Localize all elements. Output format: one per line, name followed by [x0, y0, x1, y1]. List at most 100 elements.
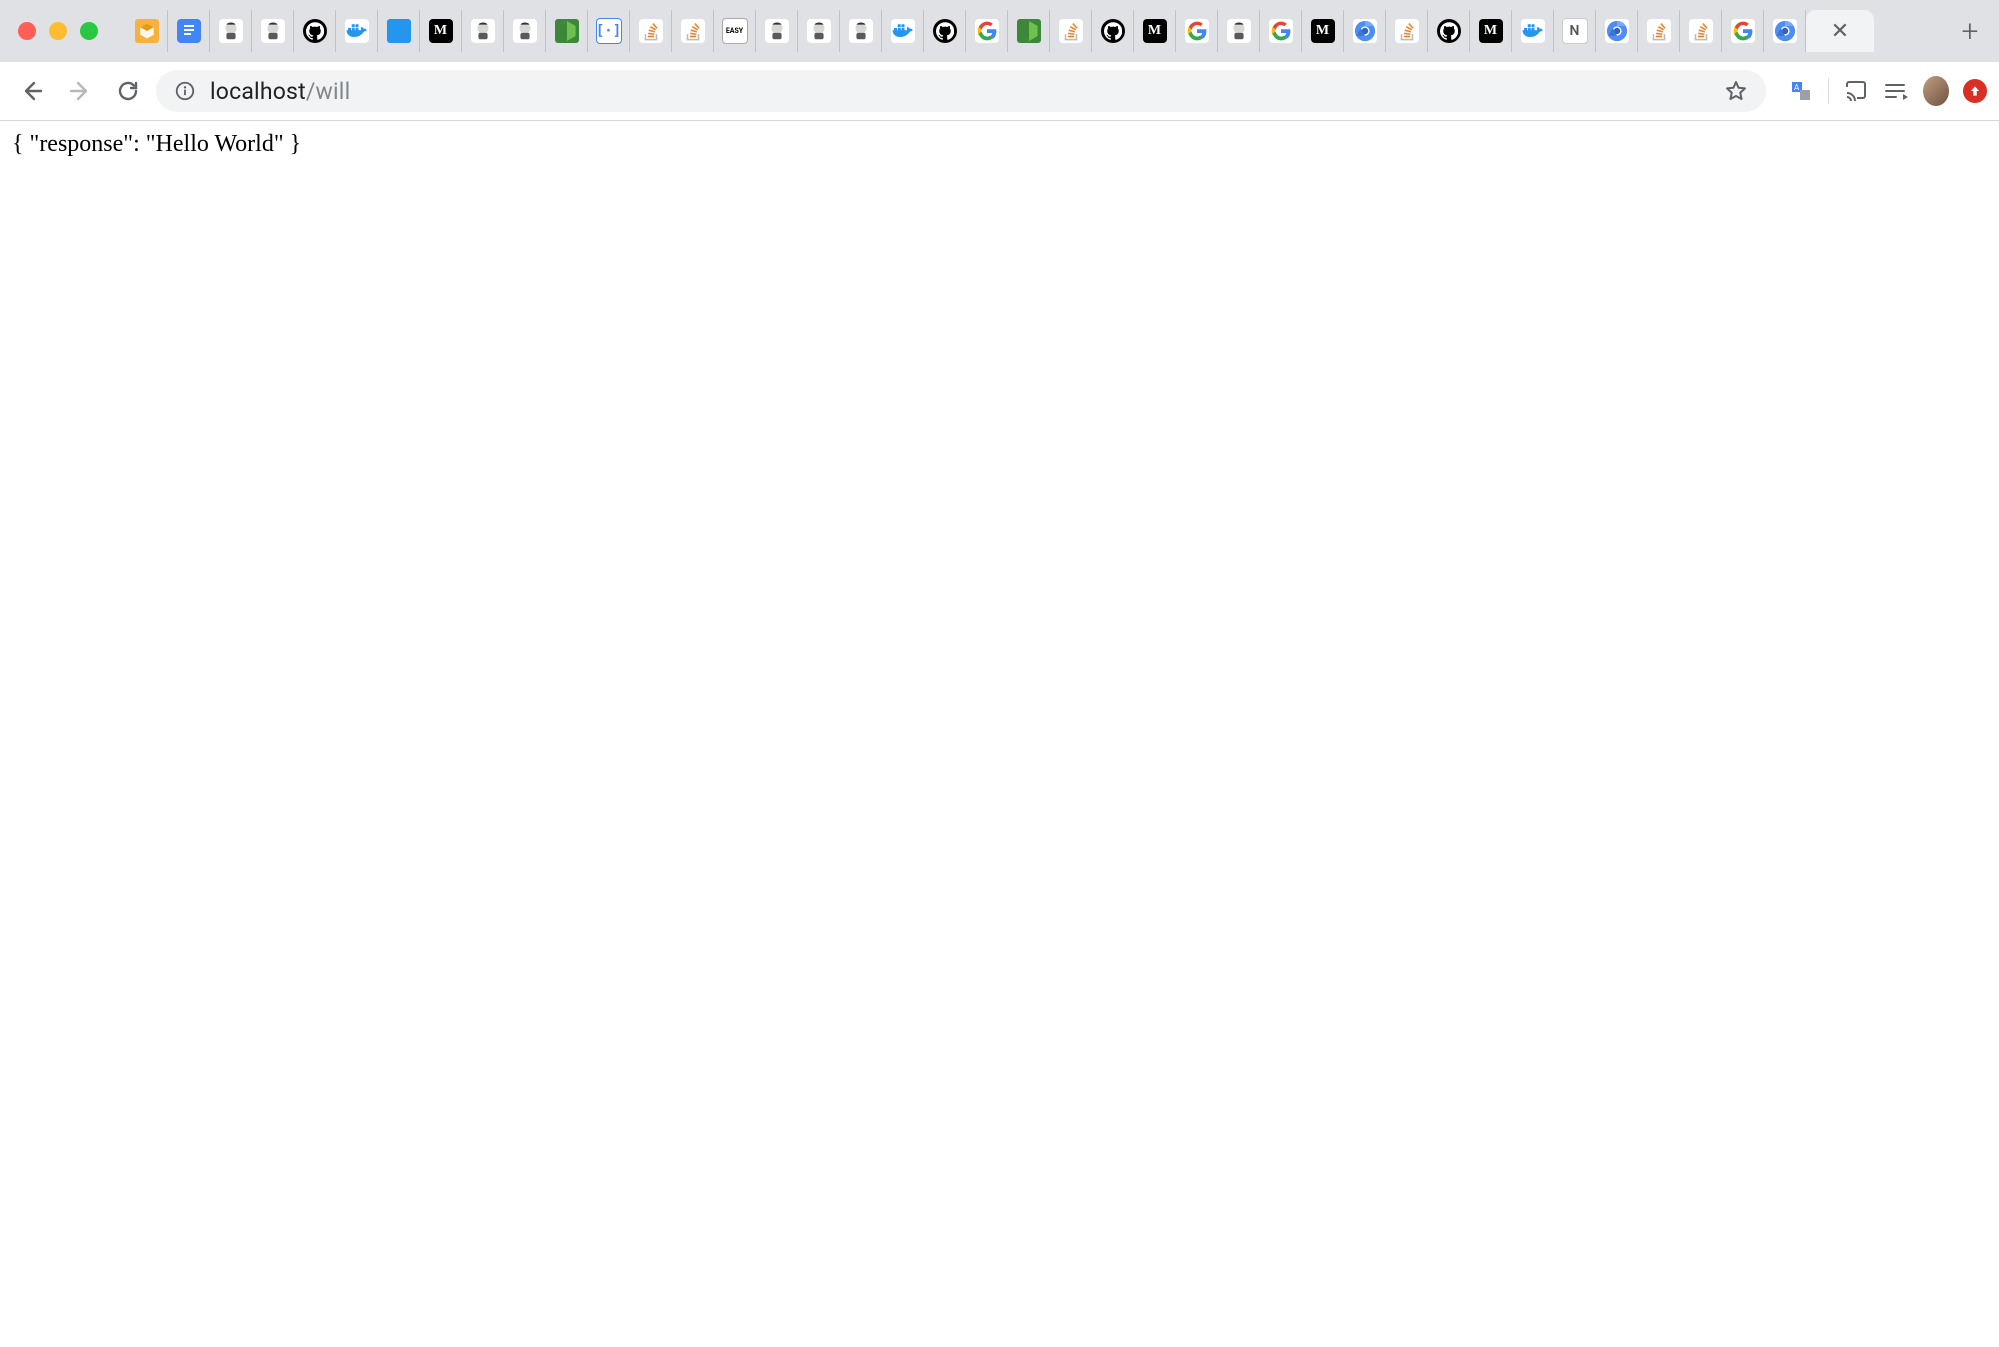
- browser-tab[interactable]: EASY: [714, 10, 756, 52]
- stack-favicon-icon: [639, 19, 663, 43]
- browser-tab[interactable]: [882, 10, 924, 52]
- browser-tab[interactable]: [1092, 10, 1134, 52]
- chromium-favicon-icon: [1353, 19, 1377, 43]
- browser-tab[interactable]: [672, 10, 714, 52]
- browser-tab[interactable]: [1596, 10, 1638, 52]
- browser-tab[interactable]: [252, 10, 294, 52]
- browser-tab[interactable]: [924, 10, 966, 52]
- jenkins-favicon-icon: [807, 19, 831, 43]
- chromium-favicon-icon: [1605, 19, 1629, 43]
- browser-tab[interactable]: M: [1470, 10, 1512, 52]
- jenkins-favicon-icon: [471, 19, 495, 43]
- stack-favicon-icon: [681, 19, 705, 43]
- box-favicon-icon: [135, 19, 159, 43]
- github-favicon-icon: [1437, 19, 1461, 43]
- node-favicon-icon: [555, 19, 579, 43]
- forward-button[interactable]: [60, 71, 100, 111]
- github-favicon-icon: [303, 19, 327, 43]
- browser-tab[interactable]: [1260, 10, 1302, 52]
- reload-button[interactable]: [108, 71, 148, 111]
- google-favicon-icon: [1731, 19, 1755, 43]
- browser-tab[interactable]: [462, 10, 504, 52]
- dockerblue-favicon-icon: [387, 19, 411, 43]
- translate-extension-icon[interactable]: A: [1788, 78, 1814, 104]
- browser-tab[interactable]: [1638, 10, 1680, 52]
- browser-tab[interactable]: [1680, 10, 1722, 52]
- browser-tab[interactable]: M: [1134, 10, 1176, 52]
- docker-favicon-icon: [1521, 19, 1545, 43]
- browser-tab[interactable]: [840, 10, 882, 52]
- browser-tab[interactable]: [1218, 10, 1260, 52]
- profile-avatar[interactable]: [1923, 78, 1949, 104]
- url-text: localhost/will: [210, 78, 350, 105]
- browser-tab[interactable]: [798, 10, 840, 52]
- browser-tab[interactable]: [168, 10, 210, 52]
- docker-favicon-icon: [891, 19, 915, 43]
- url-host: localhost: [210, 78, 306, 105]
- browser-tab[interactable]: [1512, 10, 1554, 52]
- node-favicon-icon: [1017, 19, 1041, 43]
- toolbar: localhost/will A: [0, 62, 1999, 121]
- browser-tab[interactable]: [·]: [588, 10, 630, 52]
- browser-tab[interactable]: [966, 10, 1008, 52]
- site-info-icon[interactable]: [174, 80, 196, 102]
- browser-tab[interactable]: [1344, 10, 1386, 52]
- browser-tab[interactable]: [210, 10, 252, 52]
- browser-tab[interactable]: [378, 10, 420, 52]
- response-body-text: { "response": "Hello World" }: [12, 131, 301, 157]
- medium-favicon-icon: M: [1311, 19, 1335, 43]
- back-button[interactable]: [12, 71, 52, 111]
- bookmark-star-icon[interactable]: [1724, 79, 1748, 103]
- svg-text:A: A: [1794, 83, 1800, 92]
- tabs-row: M [·] EASY M M M N ✕: [126, 0, 1941, 62]
- browser-tab[interactable]: [546, 10, 588, 52]
- stack-favicon-icon: [1647, 19, 1671, 43]
- browser-tab[interactable]: M: [420, 10, 462, 52]
- cast-icon[interactable]: [1843, 78, 1869, 104]
- stack-favicon-icon: [1689, 19, 1713, 43]
- tab-strip: M [·] EASY M M M N ✕ +: [0, 0, 1999, 62]
- browser-tab[interactable]: [756, 10, 798, 52]
- update-available-icon[interactable]: [1963, 79, 1987, 103]
- jenkins-favicon-icon: [219, 19, 243, 43]
- address-bar[interactable]: localhost/will: [156, 70, 1766, 112]
- jenkins-favicon-icon: [1227, 19, 1251, 43]
- docs-favicon-icon: [177, 19, 201, 43]
- google-favicon-icon: [1185, 19, 1209, 43]
- google-favicon-icon: [1269, 19, 1293, 43]
- chromium-favicon-icon: [1773, 19, 1797, 43]
- browser-tab[interactable]: [336, 10, 378, 52]
- browser-tab[interactable]: [1722, 10, 1764, 52]
- window-close-button[interactable]: [18, 22, 36, 40]
- browser-tab[interactable]: [126, 10, 168, 52]
- easy-favicon-icon: EASY: [722, 18, 748, 44]
- new-tab-button[interactable]: +: [1951, 12, 1989, 50]
- media-queue-icon[interactable]: [1883, 78, 1909, 104]
- browser-tab-active[interactable]: ✕: [1806, 10, 1874, 52]
- browser-tab[interactable]: M: [1302, 10, 1344, 52]
- window-controls: [18, 22, 98, 40]
- window-maximize-button[interactable]: [80, 22, 98, 40]
- docker-favicon-icon: [345, 19, 369, 43]
- browser-tab[interactable]: [294, 10, 336, 52]
- jenkins-favicon-icon: [765, 19, 789, 43]
- browser-tab[interactable]: [1176, 10, 1218, 52]
- medium-favicon-icon: M: [1479, 19, 1503, 43]
- n-favicon-icon: N: [1562, 18, 1588, 44]
- jenkins-favicon-icon: [261, 19, 285, 43]
- arrow-right-icon: [68, 79, 92, 103]
- browser-tab[interactable]: [1050, 10, 1092, 52]
- arrow-left-icon: [20, 79, 44, 103]
- jenkins-favicon-icon: [849, 19, 873, 43]
- browser-tab[interactable]: [1428, 10, 1470, 52]
- browser-tab[interactable]: [630, 10, 672, 52]
- browser-tab[interactable]: [504, 10, 546, 52]
- browser-tab[interactable]: [1764, 10, 1806, 52]
- close-icon[interactable]: ✕: [1831, 19, 1849, 44]
- plus-icon: +: [1962, 14, 1979, 49]
- browser-tab[interactable]: [1386, 10, 1428, 52]
- browser-tab[interactable]: [1008, 10, 1050, 52]
- toolbar-separator: [1828, 78, 1829, 104]
- browser-tab[interactable]: N: [1554, 10, 1596, 52]
- window-minimize-button[interactable]: [49, 22, 67, 40]
